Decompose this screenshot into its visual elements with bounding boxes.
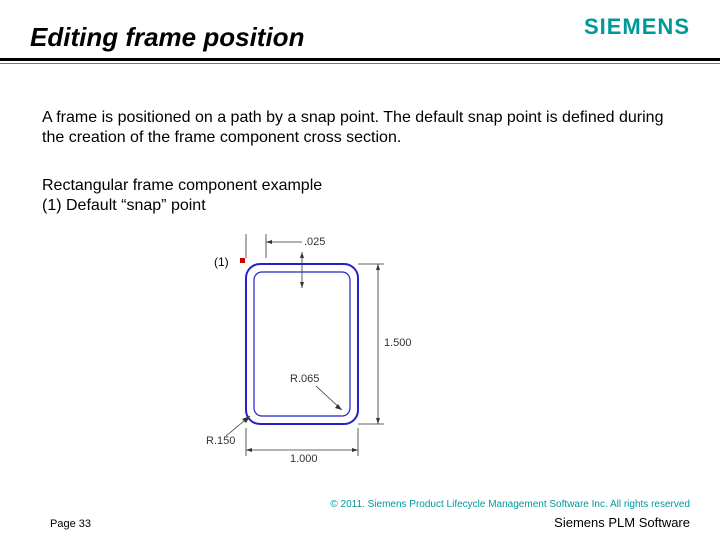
technical-diagram: (1) .025 1.500 R.065 xyxy=(206,228,452,468)
arrow-icon xyxy=(352,448,358,452)
arrow-icon xyxy=(300,252,304,258)
footer-copyright: © 2011. Siemens Product Lifecycle Manage… xyxy=(330,499,690,510)
page-title: Editing frame position xyxy=(30,22,304,53)
snap-point-marker xyxy=(240,258,245,263)
divider-thick xyxy=(0,58,720,61)
arrow-icon xyxy=(266,240,272,244)
footer-product: Siemens PLM Software xyxy=(554,515,690,530)
dim-fillet-label: R.065 xyxy=(290,373,319,385)
arrow-icon xyxy=(246,448,252,452)
example-line-2: (1) Default “snap” point xyxy=(42,196,442,216)
dim-radius-label: R.150 xyxy=(206,435,235,447)
arrow-icon xyxy=(376,418,380,424)
dim-top-label: .025 xyxy=(304,236,325,248)
dim-height-label: 1.500 xyxy=(384,337,412,349)
slide: SIEMENS Editing frame position A frame i… xyxy=(0,0,720,540)
dim-width-label: 1.000 xyxy=(290,453,318,465)
arrow-icon xyxy=(376,264,380,270)
example-caption: Rectangular frame component example (1) … xyxy=(42,176,442,216)
siemens-logo: SIEMENS xyxy=(584,14,690,40)
frame-inner xyxy=(254,272,350,416)
divider-thin xyxy=(0,63,720,64)
arrow-icon xyxy=(300,282,304,288)
footer-page-number: Page 33 xyxy=(50,518,91,530)
body-paragraph: A frame is positioned on a path by a sna… xyxy=(42,108,678,148)
callout-label: (1) xyxy=(214,255,229,269)
example-line-1: Rectangular frame component example xyxy=(42,176,442,196)
